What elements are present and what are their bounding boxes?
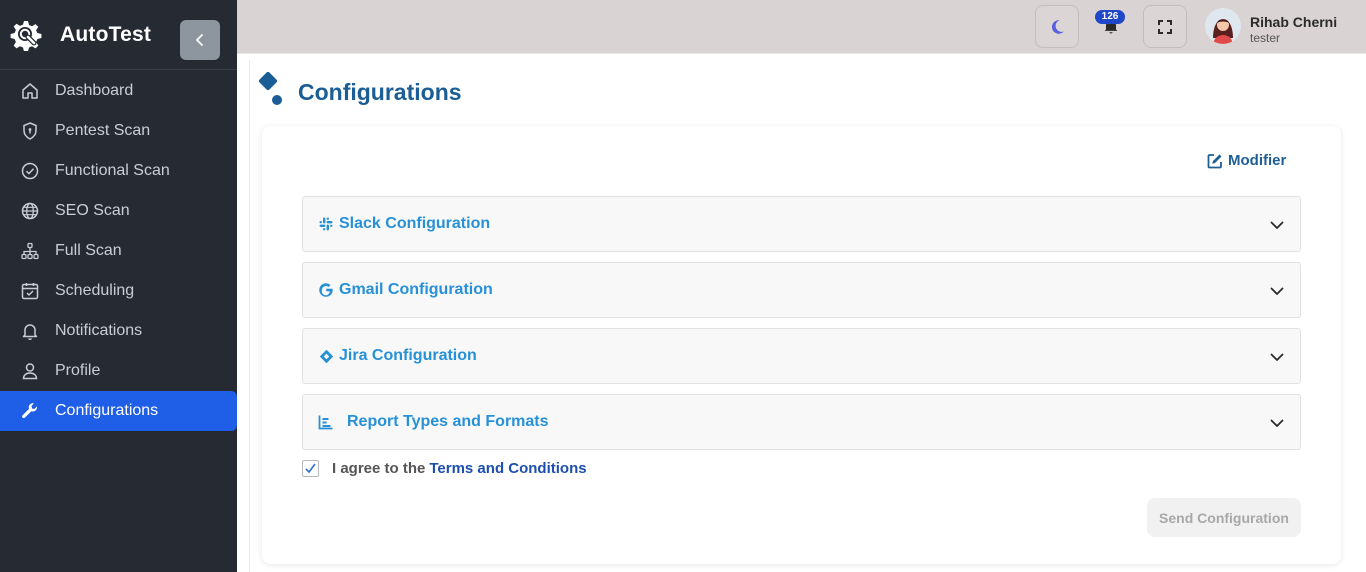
sidebar-item-label: Functional Scan xyxy=(55,162,170,179)
dark-mode-toggle[interactable] xyxy=(1035,5,1079,48)
sidebar-item-dashboard[interactable]: Dashboard xyxy=(0,71,237,111)
gmail-configuration-section[interactable]: Gmail Configuration xyxy=(302,262,1301,318)
slack-configuration-section[interactable]: Slack Configuration xyxy=(302,196,1301,252)
sidebar-item-label: Scheduling xyxy=(55,282,135,299)
configurations-card: Modifier Slack Configuration Gmail Confi… xyxy=(262,126,1341,564)
sidebar-item-label: Full Scan xyxy=(55,242,122,259)
sidebar-item-functional-scan[interactable]: Functional Scan xyxy=(0,151,237,191)
sidebar-item-profile[interactable]: Profile xyxy=(0,351,237,391)
slack-icon xyxy=(318,216,334,232)
checkmark-icon xyxy=(305,463,316,474)
wrench-icon xyxy=(20,401,40,421)
sidebar-item-pentest-scan[interactable]: Pentest Scan xyxy=(0,111,237,151)
chevron-down-icon xyxy=(1270,221,1284,229)
sidebar-item-label: Notifications xyxy=(55,322,143,339)
report-types-section[interactable]: Report Types and Formats xyxy=(302,394,1301,450)
section-title: Jira Configuration xyxy=(339,347,477,364)
chevron-down-icon xyxy=(1270,287,1284,295)
shield-icon xyxy=(20,121,40,141)
jira-configuration-section[interactable]: Jira Configuration xyxy=(302,328,1301,384)
content-edge-line xyxy=(249,60,250,572)
sidebar-item-label: Profile xyxy=(55,362,101,379)
sidebar-item-scheduling[interactable]: Scheduling xyxy=(0,271,237,311)
section-title: Slack Configuration xyxy=(339,215,491,232)
sidebar-item-label: SEO Scan xyxy=(55,202,130,219)
chevron-down-icon xyxy=(1270,419,1284,427)
terms-link[interactable]: Terms and Conditions xyxy=(429,460,586,477)
brand-header: AutoTest xyxy=(0,0,237,70)
home-icon xyxy=(20,81,40,101)
bell-icon xyxy=(20,321,40,341)
sidebar-nav: Dashboard Pentest Scan Functional Scan S… xyxy=(0,71,237,431)
google-icon xyxy=(318,282,334,298)
gear-search-logo-icon xyxy=(10,19,42,51)
user-name: Rihab Cherni xyxy=(1250,14,1338,30)
chevron-down-icon xyxy=(1270,353,1284,361)
app-title: AutoTest xyxy=(60,22,152,46)
bar-chart-icon xyxy=(318,414,334,430)
fullscreen-button[interactable] xyxy=(1143,5,1187,48)
sidebar-item-label: Configurations xyxy=(55,402,159,419)
jira-icon xyxy=(318,348,334,364)
agree-label: I agree to the xyxy=(332,460,426,477)
send-configuration-button[interactable]: Send Configuration xyxy=(1147,498,1301,537)
calendar-check-icon xyxy=(20,281,40,301)
edit-icon xyxy=(1207,153,1222,168)
user-icon xyxy=(20,361,40,381)
edit-button-label: Modifier xyxy=(1228,152,1287,169)
configurations-page-icon xyxy=(258,71,285,108)
sidebar-item-label: Pentest Scan xyxy=(55,122,151,139)
page-title: Configurations xyxy=(298,79,462,105)
top-bar: 126 Rihab Cherni tester xyxy=(237,0,1366,53)
user-role: tester xyxy=(1250,31,1281,45)
sidebar-item-full-scan[interactable]: Full Scan xyxy=(0,231,237,271)
sidebar: AutoTest Dashboard Pentest Scan Function… xyxy=(0,0,237,572)
chevron-left-icon xyxy=(196,34,203,46)
section-title: Report Types and Formats xyxy=(347,413,549,430)
topbar-divider xyxy=(237,53,1366,54)
globe-icon xyxy=(20,201,40,221)
collapse-sidebar-button[interactable] xyxy=(180,20,220,60)
sidebar-item-label: Dashboard xyxy=(55,82,134,99)
section-title: Gmail Configuration xyxy=(339,281,493,298)
edit-button[interactable]: Modifier xyxy=(1207,152,1286,169)
agree-checkbox[interactable] xyxy=(302,460,319,477)
avatar[interactable] xyxy=(1205,8,1241,44)
notification-count-badge: 126 xyxy=(1095,10,1125,24)
moon-icon xyxy=(1051,19,1064,34)
sidebar-item-seo-scan[interactable]: SEO Scan xyxy=(0,191,237,231)
sidebar-item-configurations[interactable]: Configurations xyxy=(0,391,237,431)
check-circle-icon xyxy=(20,161,40,181)
sitemap-icon xyxy=(20,241,40,261)
sidebar-item-notifications[interactable]: Notifications xyxy=(0,311,237,351)
terms-agreement: I agree to the Terms and Conditions xyxy=(302,460,587,477)
expand-icon xyxy=(1158,19,1172,34)
